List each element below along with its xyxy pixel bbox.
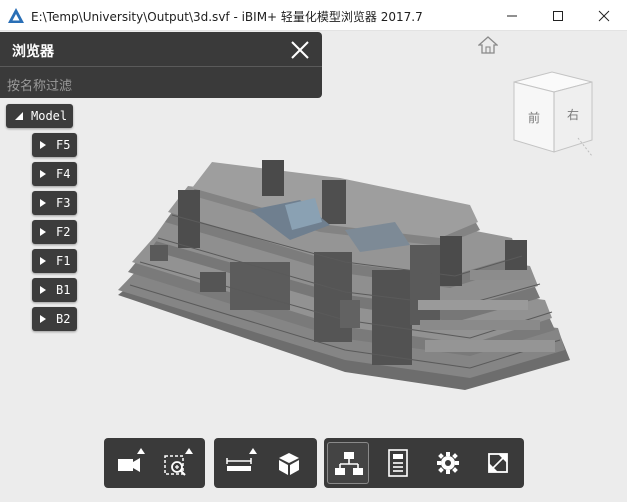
zoom-window-button[interactable] [156, 442, 198, 484]
toolbar-group-tools [214, 438, 317, 488]
collapsed-triangle-icon[interactable] [40, 170, 46, 178]
section-box-button[interactable] [268, 442, 310, 484]
tree-node-level[interactable]: F2 [32, 220, 77, 244]
toolbar-group-navigation [104, 438, 205, 488]
tree-node-label: F1 [56, 254, 71, 268]
tree-node-level[interactable]: F1 [32, 249, 77, 273]
settings-icon [437, 452, 459, 474]
title-bar: E:\Temp\University\Output\3d.svf - iBIM+… [0, 0, 627, 31]
minimize-icon [507, 15, 517, 17]
tree-node-model[interactable]: Model [6, 104, 73, 128]
section-box-icon [279, 453, 299, 475]
app-logo-icon [8, 8, 24, 23]
viewcube[interactable] [508, 68, 598, 158]
model-tree-icon [335, 452, 363, 475]
close-window-button[interactable] [581, 0, 627, 31]
toolbar-group-panels [324, 438, 524, 488]
tree-node-label: B1 [56, 283, 71, 297]
measure-button[interactable] [218, 442, 260, 484]
minimize-button[interactable] [489, 0, 535, 31]
home-icon[interactable] [478, 36, 498, 54]
expanded-triangle-icon[interactable] [15, 112, 23, 120]
properties-button[interactable] [377, 442, 419, 484]
tree-node-label: B2 [56, 312, 71, 326]
window-title: E:\Temp\University\Output\3d.svf - iBIM+… [31, 10, 423, 24]
maximize-icon [553, 11, 563, 21]
collapsed-triangle-icon[interactable] [40, 257, 46, 265]
browser-panel-title: 浏览器 [12, 44, 54, 60]
tree-node-level[interactable]: B1 [32, 278, 77, 302]
close-icon[interactable] [290, 40, 310, 60]
collapsed-triangle-icon[interactable] [40, 315, 46, 323]
collapsed-triangle-icon[interactable] [40, 228, 46, 236]
collapsed-triangle-icon[interactable] [40, 286, 46, 294]
viewcube-right-label[interactable]: 右 [567, 106, 579, 123]
camera-button[interactable] [108, 442, 150, 484]
collapsed-triangle-icon[interactable] [40, 141, 46, 149]
maximize-button[interactable] [535, 0, 581, 31]
tree-node-label: F5 [56, 138, 71, 152]
tree-node-label: F3 [56, 196, 71, 210]
zoom-window-icon [164, 448, 193, 476]
tree-node-label: F4 [56, 167, 71, 181]
viewcube-front-label[interactable]: 前 [528, 109, 540, 126]
tree-node-label: Model [31, 109, 68, 123]
tree-node-level[interactable]: F5 [32, 133, 77, 157]
tree-node-level[interactable]: B2 [32, 307, 77, 331]
filter-input[interactable]: 按名称过滤 [0, 66, 322, 98]
browser-panel: 浏览器 按名称过滤 [0, 32, 322, 98]
properties-icon [388, 449, 408, 477]
fullscreen-button[interactable] [477, 442, 519, 484]
camera-icon [118, 448, 145, 472]
fullscreen-icon [488, 453, 508, 473]
collapsed-triangle-icon[interactable] [40, 199, 46, 207]
tree-node-label: F2 [56, 225, 71, 239]
tree-node-level[interactable]: F4 [32, 162, 77, 186]
tree-node-level[interactable]: F3 [32, 191, 77, 215]
measure-icon [226, 448, 257, 471]
model-tree-button[interactable] [327, 442, 369, 484]
close-icon [598, 10, 610, 22]
settings-button[interactable] [427, 442, 469, 484]
